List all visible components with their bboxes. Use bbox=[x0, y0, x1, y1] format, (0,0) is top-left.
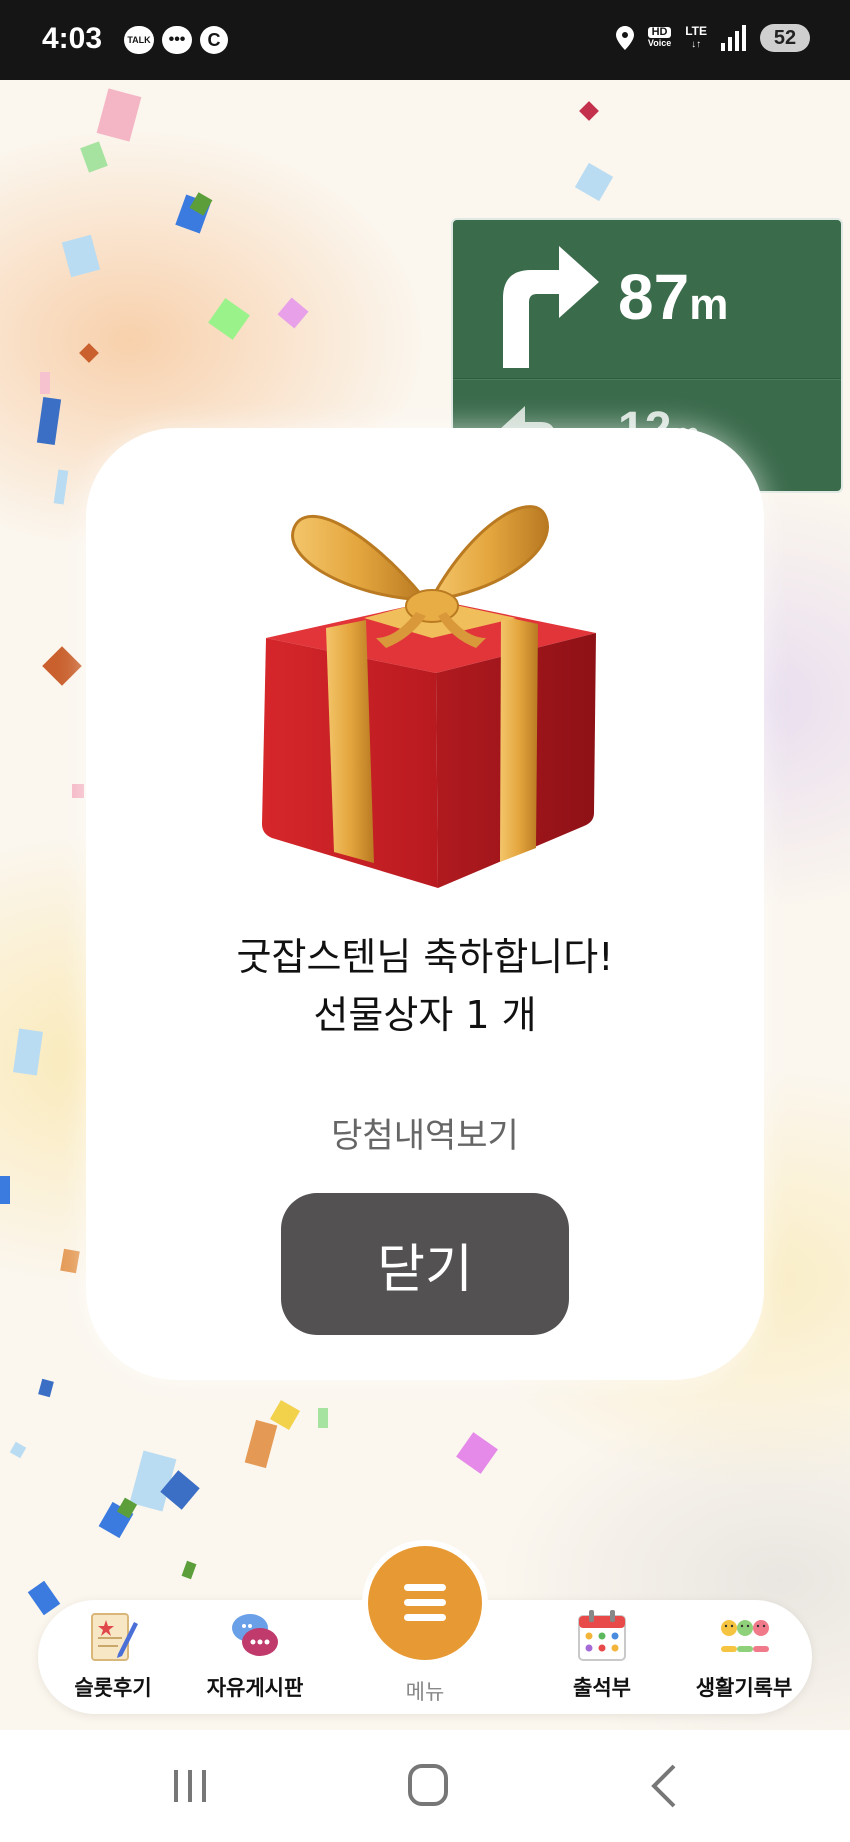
tab-slot-review[interactable]: 슬롯후기 bbox=[43, 1600, 183, 1714]
nav-divider bbox=[453, 378, 841, 380]
c-icon: C bbox=[200, 26, 228, 54]
location-icon bbox=[615, 26, 634, 50]
status-time: 4:03 bbox=[42, 22, 103, 55]
system-nav-bar bbox=[0, 1730, 850, 1842]
congrats-line1: 굿잡스텐님 축하합니다! bbox=[236, 935, 614, 979]
congrats-line2: 선물상자 1 개 bbox=[313, 993, 537, 1037]
hd-voice-icon: HD Voice bbox=[647, 26, 672, 48]
tab-label: 메뉴 bbox=[405, 1680, 445, 1704]
menu-button[interactable] bbox=[368, 1546, 482, 1660]
status-bar: 4:03 TALK ••• C HD Voice LTE ↓↑ 52 bbox=[0, 0, 850, 80]
gift-box-icon bbox=[262, 505, 596, 888]
reward-dialog: 굿잡스텐님 축하합니다! 선물상자 1 개 당첨내역보기 닫기 bbox=[86, 428, 764, 1380]
kakaotalk-icon: TALK bbox=[124, 26, 154, 54]
main-turn-distance: 87m bbox=[618, 261, 729, 333]
tab-label: 생활기록부 bbox=[695, 1676, 793, 1700]
win-history-link[interactable]: 당첨내역보기 bbox=[86, 1108, 764, 1157]
lte-icon: LTE ↓↑ bbox=[685, 24, 707, 51]
close-button[interactable]: 닫기 bbox=[281, 1193, 569, 1335]
turn-right-arrow-icon bbox=[503, 246, 599, 368]
emoji-rating-icon bbox=[721, 1620, 769, 1652]
signal-icon bbox=[721, 25, 746, 51]
congrats-message: 굿잡스텐님 축하합니다! 선물상자 1 개 bbox=[86, 928, 764, 1044]
message-icon: ••• bbox=[162, 26, 192, 54]
tab-label: 출석부 bbox=[573, 1676, 631, 1700]
battery-icon: 52 bbox=[760, 24, 810, 52]
chat-bubbles-icon bbox=[232, 1614, 278, 1656]
tab-free-board[interactable]: 자유게시판 bbox=[185, 1600, 325, 1714]
recent-apps-icon[interactable] bbox=[160, 1760, 220, 1812]
home-icon[interactable] bbox=[398, 1760, 458, 1812]
tab-label: 자유게시판 bbox=[206, 1676, 304, 1700]
notification-icons: TALK ••• C bbox=[124, 26, 228, 54]
calendar-icon bbox=[578, 1610, 626, 1661]
back-icon[interactable] bbox=[636, 1760, 696, 1812]
tab-life-record[interactable]: 생활기록부 bbox=[674, 1600, 814, 1714]
tab-label: 슬롯후기 bbox=[74, 1676, 152, 1700]
review-icon bbox=[91, 1613, 138, 1661]
status-indicators: HD Voice LTE ↓↑ 52 bbox=[615, 24, 810, 52]
tab-attendance[interactable]: 출석부 bbox=[532, 1600, 672, 1714]
